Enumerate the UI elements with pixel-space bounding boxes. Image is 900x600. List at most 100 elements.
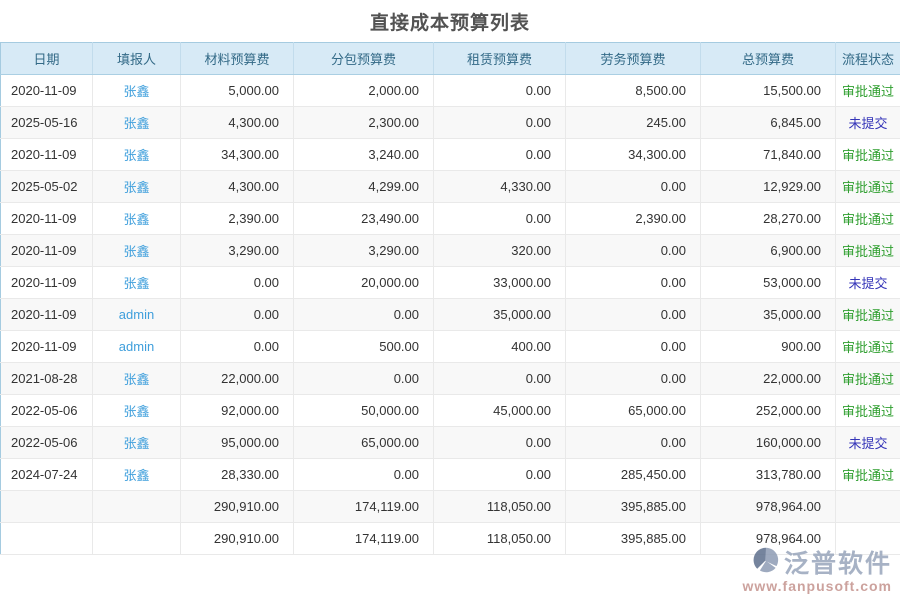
filler-link[interactable]: 张鑫 [123, 212, 149, 227]
cell-labor: 245.00 [566, 107, 701, 139]
column-header-date: 日期 [1, 43, 93, 75]
cell-status: 未提交 [836, 267, 900, 299]
table-row: 2020-11-09张鑫2,390.0023,490.000.002,390.0… [1, 203, 900, 235]
cell-total: 160,000.00 [701, 427, 836, 459]
cell-filler [93, 491, 181, 523]
cell-material: 0.00 [181, 267, 294, 299]
cell-date: 2025-05-02 [1, 171, 93, 203]
status-link[interactable]: 审批通过 [842, 84, 894, 99]
cell-total: 978,964.00 [701, 523, 836, 555]
cell-status: 审批通过 [836, 75, 900, 107]
cell-subcontract: 3,240.00 [294, 139, 434, 171]
cell-total: 28,270.00 [701, 203, 836, 235]
status-link[interactable]: 审批通过 [842, 308, 894, 323]
status-link[interactable]: 审批通过 [842, 244, 894, 259]
cell-date: 2020-11-09 [1, 139, 93, 171]
direct-cost-budget-table: 日期 填报人 材料预算费 分包预算费 租赁预算费 劳务预算费 总预算费 流程状态… [0, 42, 900, 555]
filler-link[interactable]: admin [119, 339, 154, 354]
cell-rental: 35,000.00 [434, 299, 566, 331]
cell-material: 28,330.00 [181, 459, 294, 491]
cell-date: 2024-07-24 [1, 459, 93, 491]
cell-date: 2020-11-09 [1, 235, 93, 267]
filler-link[interactable]: 张鑫 [123, 372, 149, 387]
cell-subcontract: 174,119.00 [294, 523, 434, 555]
table-row: 2021-08-28张鑫22,000.000.000.000.0022,000.… [1, 363, 900, 395]
cell-total: 71,840.00 [701, 139, 836, 171]
table-row: 2020-11-09张鑫34,300.003,240.000.0034,300.… [1, 139, 900, 171]
table-row: 2020-11-09张鑫0.0020,000.0033,000.000.0053… [1, 267, 900, 299]
table-body: 2020-11-09张鑫5,000.002,000.000.008,500.00… [1, 75, 900, 555]
cell-total: 313,780.00 [701, 459, 836, 491]
status-link[interactable]: 审批通过 [842, 468, 894, 483]
cell-subcontract: 500.00 [294, 331, 434, 363]
cell-date: 2020-11-09 [1, 331, 93, 363]
cell-filler: 张鑫 [93, 395, 181, 427]
cell-subcontract: 20,000.00 [294, 267, 434, 299]
cell-rental: 33,000.00 [434, 267, 566, 299]
status-link[interactable]: 未提交 [848, 116, 887, 131]
table-row: 2025-05-16张鑫4,300.002,300.000.00245.006,… [1, 107, 900, 139]
filler-link[interactable]: 张鑫 [123, 148, 149, 163]
status-link[interactable]: 审批通过 [842, 180, 894, 195]
filler-link[interactable]: 张鑫 [123, 84, 149, 99]
cell-material: 34,300.00 [181, 139, 294, 171]
cell-subcontract: 0.00 [294, 299, 434, 331]
cell-date: 2020-11-09 [1, 267, 93, 299]
cell-labor: 8,500.00 [566, 75, 701, 107]
cell-filler: 张鑫 [93, 107, 181, 139]
column-header-subcontract: 分包预算费 [294, 43, 434, 75]
cell-filler: 张鑫 [93, 75, 181, 107]
cell-date: 2021-08-28 [1, 363, 93, 395]
cell-material: 4,300.00 [181, 107, 294, 139]
cell-status: 未提交 [836, 427, 900, 459]
column-header-material: 材料预算费 [181, 43, 294, 75]
filler-link[interactable]: 张鑫 [123, 276, 149, 291]
table-row: 2020-11-09admin0.000.0035,000.000.0035,0… [1, 299, 900, 331]
cell-filler: 张鑫 [93, 139, 181, 171]
cell-total: 35,000.00 [701, 299, 836, 331]
cell-rental: 45,000.00 [434, 395, 566, 427]
cell-material: 92,000.00 [181, 395, 294, 427]
table-row: 2020-11-09张鑫3,290.003,290.00320.000.006,… [1, 235, 900, 267]
cell-total: 12,929.00 [701, 171, 836, 203]
status-link[interactable]: 未提交 [848, 436, 887, 451]
cell-labor: 0.00 [566, 267, 701, 299]
cell-total: 6,845.00 [701, 107, 836, 139]
table-row: 2025-05-02张鑫4,300.004,299.004,330.000.00… [1, 171, 900, 203]
cell-labor: 0.00 [566, 235, 701, 267]
status-link[interactable]: 审批通过 [842, 340, 894, 355]
cell-material: 290,910.00 [181, 491, 294, 523]
cell-material: 95,000.00 [181, 427, 294, 459]
cell-labor: 34,300.00 [566, 139, 701, 171]
cell-material: 5,000.00 [181, 75, 294, 107]
cell-date [1, 523, 93, 555]
status-link[interactable]: 审批通过 [842, 404, 894, 419]
status-link[interactable]: 审批通过 [842, 212, 894, 227]
cell-rental: 0.00 [434, 427, 566, 459]
filler-link[interactable]: 张鑫 [123, 116, 149, 131]
cell-total: 15,500.00 [701, 75, 836, 107]
status-link[interactable]: 未提交 [848, 276, 887, 291]
cell-date: 2022-05-06 [1, 395, 93, 427]
filler-link[interactable]: 张鑫 [123, 180, 149, 195]
filler-link[interactable]: 张鑫 [123, 436, 149, 451]
filler-link[interactable]: 张鑫 [123, 468, 149, 483]
table-row: 2022-05-06张鑫92,000.0050,000.0045,000.006… [1, 395, 900, 427]
table-header: 日期 填报人 材料预算费 分包预算费 租赁预算费 劳务预算费 总预算费 流程状态 [1, 43, 900, 75]
column-header-total: 总预算费 [701, 43, 836, 75]
cell-date: 2020-11-09 [1, 75, 93, 107]
filler-link[interactable]: 张鑫 [123, 244, 149, 259]
cell-rental: 320.00 [434, 235, 566, 267]
cell-labor: 65,000.00 [566, 395, 701, 427]
cell-filler: 张鑫 [93, 267, 181, 299]
table-row: 2020-11-09张鑫5,000.002,000.000.008,500.00… [1, 75, 900, 107]
cell-filler: admin [93, 299, 181, 331]
cell-material: 4,300.00 [181, 171, 294, 203]
cell-labor: 285,450.00 [566, 459, 701, 491]
status-link[interactable]: 审批通过 [842, 148, 894, 163]
cell-material: 0.00 [181, 299, 294, 331]
filler-link[interactable]: 张鑫 [123, 404, 149, 419]
status-link[interactable]: 审批通过 [842, 372, 894, 387]
filler-link[interactable]: admin [119, 307, 154, 322]
column-header-filler: 填报人 [93, 43, 181, 75]
